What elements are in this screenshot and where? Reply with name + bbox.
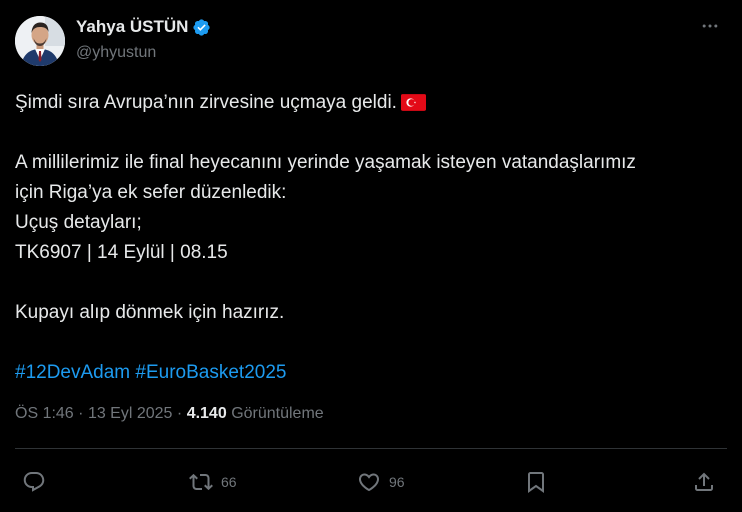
author-block: Yahya ÜSTÜN @yhyustun (76, 16, 211, 62)
hashtag-link[interactable]: #EuroBasket2025 (135, 362, 286, 383)
avatar-image (15, 16, 65, 66)
reply-button[interactable] (22, 466, 46, 498)
heart-icon (358, 473, 380, 492)
tweet-line: için Riga’ya ek sefer düzenledik: (15, 182, 287, 203)
meta-separator: · (78, 405, 84, 422)
divider (15, 448, 727, 449)
turkey-flag-icon (400, 91, 426, 111)
display-name[interactable]: Yahya ÜSTÜN (76, 17, 188, 37)
tweet-card: Yahya ÜSTÜN @yhyustun Şimdi sıra Avrupa’… (0, 0, 742, 512)
action-bar: 66 96 (0, 466, 742, 498)
tweet-line-text: Şimdi sıra Avrupa’nın zirvesine uçmaya g… (15, 92, 397, 113)
user-handle[interactable]: @yhyustun (76, 44, 211, 62)
retweet-icon (189, 473, 213, 491)
bookmark-icon (528, 472, 544, 493)
tweet-time[interactable]: ÖS 1:46 (15, 405, 74, 422)
more-horizontal-icon (702, 24, 718, 28)
views-count: 4.140 (186, 405, 227, 422)
tweet-line: TK6907 | 14 Eylül | 08.15 (15, 242, 228, 263)
views-label: Görüntüleme (231, 405, 324, 422)
tweet-date[interactable]: 13 Eyl 2025 (88, 405, 173, 422)
bookmark-button[interactable] (524, 466, 548, 498)
hashtag-link[interactable]: #12DevAdam (15, 362, 130, 383)
tweet-line: Şimdi sıra Avrupa’nın zirvesine uçmaya g… (15, 88, 727, 118)
retweet-button[interactable]: 66 (189, 466, 237, 498)
tweet-line: A millilerimiz ile final heyecanını yeri… (15, 152, 636, 173)
tweet-text: Şimdi sıra Avrupa’nın zirvesine uçmaya g… (15, 88, 727, 388)
retweet-count: 66 (221, 474, 237, 490)
hashtag-line: #12DevAdam #EuroBasket2025 (15, 358, 727, 388)
tweet-line: Uçuş detayları; (15, 212, 142, 233)
reply-icon (23, 472, 45, 492)
author-name-row: Yahya ÜSTÜN (76, 16, 211, 38)
like-count: 96 (389, 474, 405, 490)
like-button[interactable]: 96 (357, 466, 405, 498)
share-button[interactable] (692, 466, 716, 498)
tweet-line: Kupayı alıp dönmek için hazırız. (15, 302, 285, 323)
more-button[interactable] (698, 14, 722, 38)
avatar[interactable] (15, 16, 65, 66)
verified-badge-icon[interactable] (192, 18, 211, 37)
tweet-meta: ÖS 1:46 · 13 Eyl 2025 · 4.140 Görüntülem… (15, 405, 324, 423)
meta-separator: · (176, 405, 183, 422)
share-icon (695, 472, 713, 491)
